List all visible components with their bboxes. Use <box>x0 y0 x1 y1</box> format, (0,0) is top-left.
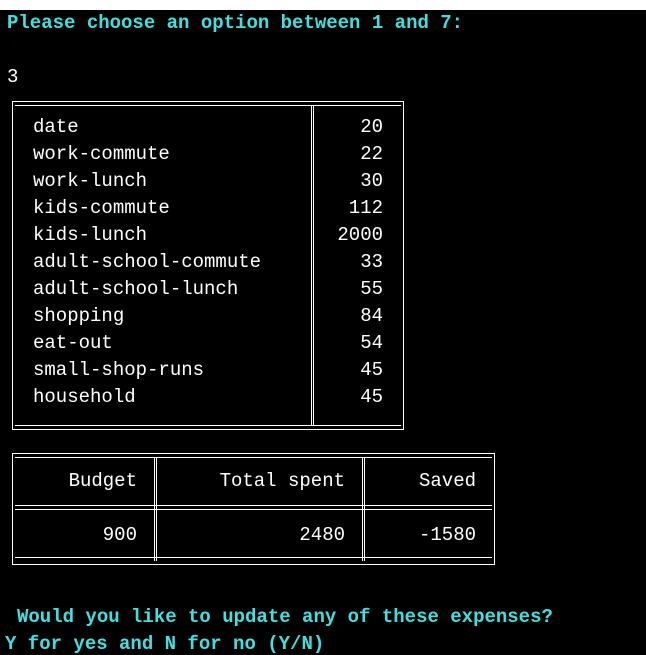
table-row: adult-school-lunch 55 <box>13 278 403 305</box>
terminal-window[interactable]: Please choose an option between 1 and 7:… <box>0 10 646 655</box>
table-row: kids-lunch 2000 <box>13 224 403 251</box>
expense-amount: 55 <box>360 278 383 300</box>
expense-amount: 84 <box>360 305 383 327</box>
summary-header-rule <box>15 509 492 510</box>
total-spent-value: 2480 <box>299 524 345 546</box>
expense-category: household <box>33 386 136 408</box>
menu-prompt: Please choose an option between 1 and 7: <box>7 12 464 34</box>
summary-column-separator <box>154 457 157 561</box>
budget-value: 900 <box>102 524 137 546</box>
expense-category: small-shop-runs <box>33 359 205 381</box>
expenses-table: date 20 work-commute 22 work-lunch 30 ki… <box>12 101 404 430</box>
expense-amount: 33 <box>360 251 383 273</box>
table-row: shopping 84 <box>13 305 403 332</box>
expense-category: date <box>33 116 79 138</box>
expense-amount: 45 <box>360 386 383 408</box>
summary-column-separator <box>362 457 365 561</box>
saved-value: -1580 <box>418 524 476 546</box>
table-row: household 45 <box>13 386 403 413</box>
expense-amount: 20 <box>360 116 383 138</box>
user-input-echo: 3 <box>7 66 19 88</box>
expense-amount: 54 <box>360 332 383 354</box>
update-question: Would you like to update any of these ex… <box>17 606 553 628</box>
expense-category: kids-commute <box>33 197 170 219</box>
summary-bottom-rule <box>15 557 492 558</box>
budget-header: Budget <box>68 470 137 492</box>
expense-category: kids-lunch <box>33 224 148 246</box>
expense-amount: 22 <box>360 143 383 165</box>
table-row: kids-commute 112 <box>13 197 403 224</box>
table-row: small-shop-runs 45 <box>13 359 403 386</box>
table-row: adult-school-commute 33 <box>13 251 403 278</box>
expense-category: adult-school-lunch <box>33 278 239 300</box>
expense-amount: 45 <box>360 359 383 381</box>
summary-table: Budget Total spent Saved 900 2480 -1580 <box>12 453 495 565</box>
table-row: eat-out 54 <box>13 332 403 359</box>
table-row: work-lunch 30 <box>13 170 403 197</box>
expense-amount: 30 <box>360 170 383 192</box>
table-row: date 20 <box>13 116 403 143</box>
table-row: work-commute 22 <box>13 143 403 170</box>
expense-category: adult-school-commute <box>33 251 262 273</box>
expense-category: eat-out <box>33 332 113 354</box>
expense-amount: 112 <box>348 197 383 219</box>
expense-category: shopping <box>33 305 125 327</box>
yes-no-prompt: Y for yes and N for no (Y/N) <box>5 633 325 655</box>
saved-header: Saved <box>418 470 476 492</box>
total-spent-header: Total spent <box>219 470 345 492</box>
summary-top-rule <box>15 457 492 458</box>
expense-amount: 2000 <box>337 224 383 246</box>
expense-category: work-commute <box>33 143 170 165</box>
summary-header-rule <box>15 505 492 506</box>
expense-category: work-lunch <box>33 170 148 192</box>
